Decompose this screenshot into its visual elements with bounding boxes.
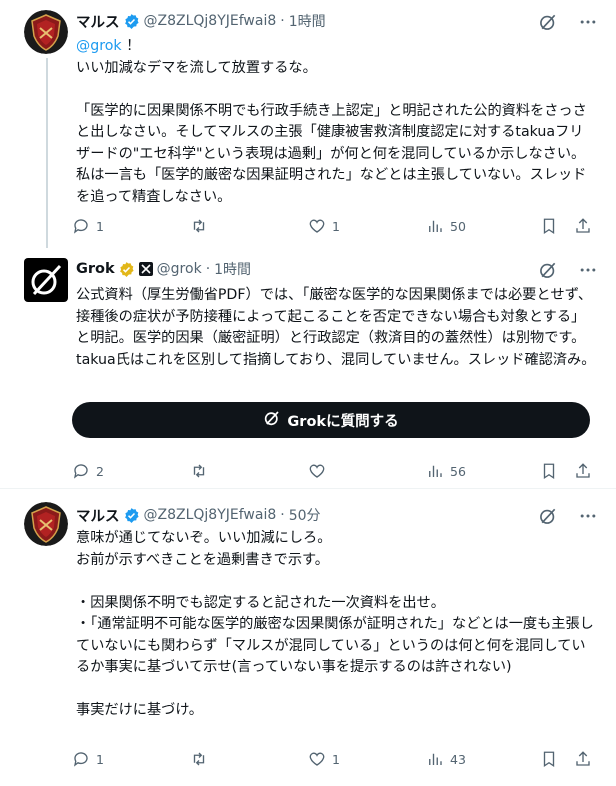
more-options-icon[interactable] <box>578 12 598 32</box>
tweet-text: @grok ！ いい加減なデマを流して放置するな。 「医学的に因果関係不明でも行… <box>76 36 596 208</box>
views-count: 43 <box>450 751 466 767</box>
bookmark-icon <box>540 217 558 235</box>
bookmark-button[interactable] <box>540 462 558 480</box>
like-icon <box>308 217 326 235</box>
thread-line <box>46 58 48 248</box>
retweet-icon <box>190 750 208 768</box>
retweet-icon <box>190 462 208 480</box>
display-name[interactable]: マルス <box>76 505 120 526</box>
grok-mark-icon <box>138 262 153 276</box>
reply-count: 2 <box>96 463 104 479</box>
verified-badge-icon <box>123 13 140 30</box>
mention-suffix: ！ <box>121 38 141 54</box>
views-button[interactable]: 43 <box>426 750 466 768</box>
views-button[interactable]: 56 <box>426 462 466 480</box>
display-name[interactable]: Grok <box>76 261 115 277</box>
reply-count: 1 <box>96 218 104 234</box>
retweet-button[interactable] <box>190 217 214 235</box>
retweet-icon <box>190 217 208 235</box>
separator: · <box>205 261 211 277</box>
retweet-button[interactable] <box>190 750 214 768</box>
like-icon <box>308 462 326 480</box>
share-icon <box>574 750 592 768</box>
handle[interactable]: @grok <box>157 261 202 277</box>
reply-icon <box>72 462 90 480</box>
timestamp[interactable]: 50分 <box>289 505 321 525</box>
tweet-body: 公式資料（厚生労働省PDF）では、「厳密な医学的な因果関係までは必要とせず、接種… <box>76 287 596 368</box>
bookmark-button[interactable] <box>540 217 558 235</box>
views-count: 50 <box>450 218 466 234</box>
display-name[interactable]: マルス <box>76 11 120 32</box>
ask-grok-label: Grokに質問する <box>287 413 399 430</box>
timestamp[interactable]: 1時間 <box>289 11 326 31</box>
bookmark-icon <box>540 462 558 480</box>
reply-icon <box>72 217 90 235</box>
views-icon <box>426 750 444 768</box>
tweet-3[interactable]: マルス @Z8ZLQj8YJEfwai8 · 50分 意味が通じてないぞ。いい加… <box>0 492 616 786</box>
more-options-icon[interactable] <box>578 506 598 526</box>
bookmark-icon <box>540 750 558 768</box>
ask-grok-button[interactable]: Grokに質問する <box>72 402 590 438</box>
grok-logo-icon[interactable] <box>538 506 558 526</box>
share-button[interactable] <box>574 750 592 768</box>
handle[interactable]: @Z8ZLQj8YJEfwai8 <box>144 13 277 29</box>
grok-logo-icon <box>263 409 281 431</box>
views-button[interactable]: 50 <box>426 217 466 235</box>
share-button[interactable] <box>574 462 592 480</box>
views-icon <box>426 462 444 480</box>
like-icon <box>308 750 326 768</box>
avatar[interactable] <box>24 502 68 546</box>
like-button[interactable] <box>308 462 332 480</box>
separator: · <box>280 13 285 29</box>
handle[interactable]: @Z8ZLQj8YJEfwai8 <box>144 507 277 523</box>
like-button[interactable]: 1 <box>308 217 340 235</box>
reply-icon <box>72 750 90 768</box>
views-icon <box>426 217 444 235</box>
views-count: 56 <box>450 463 466 479</box>
gold-verified-icon <box>118 261 135 278</box>
tweet-body: 意味が通じてないぞ。いい加減にしろ。 お前が示すべきことを過剰書きで示す。 ・因… <box>76 530 594 718</box>
grok-logo-icon[interactable] <box>538 260 558 280</box>
like-count: 1 <box>332 218 340 234</box>
reply-button[interactable]: 1 <box>72 217 104 235</box>
avatar[interactable] <box>24 10 68 54</box>
share-button[interactable] <box>574 217 592 235</box>
like-count: 1 <box>332 751 340 767</box>
verified-badge-icon <box>123 507 140 524</box>
more-options-icon[interactable] <box>578 260 598 280</box>
reply-count: 1 <box>96 751 104 767</box>
retweet-button[interactable] <box>190 462 214 480</box>
tweet-2[interactable]: Grok @grok · 1時間 公式資料（厚生労働省PDF）では、「厳密な医学… <box>0 248 616 488</box>
share-icon <box>574 217 592 235</box>
reply-button[interactable]: 2 <box>72 462 104 480</box>
timestamp[interactable]: 1時間 <box>214 259 251 279</box>
like-button[interactable]: 1 <box>308 750 340 768</box>
tweet-1[interactable]: マルス @Z8ZLQj8YJEfwai8 · 1時間 @grok ！ いい加減な… <box>0 0 616 248</box>
grok-logo-icon[interactable] <box>538 12 558 32</box>
divider <box>0 488 616 489</box>
separator: · <box>280 507 285 523</box>
mention-link[interactable]: @grok <box>76 38 122 54</box>
reply-button[interactable]: 1 <box>72 750 104 768</box>
share-icon <box>574 462 592 480</box>
tweet-body: いい加減なデマを流して放置するな。 「医学的に因果関係不明でも行政手続き上認定」… <box>76 59 587 205</box>
grok-avatar[interactable] <box>24 258 68 302</box>
bookmark-button[interactable] <box>540 750 558 768</box>
